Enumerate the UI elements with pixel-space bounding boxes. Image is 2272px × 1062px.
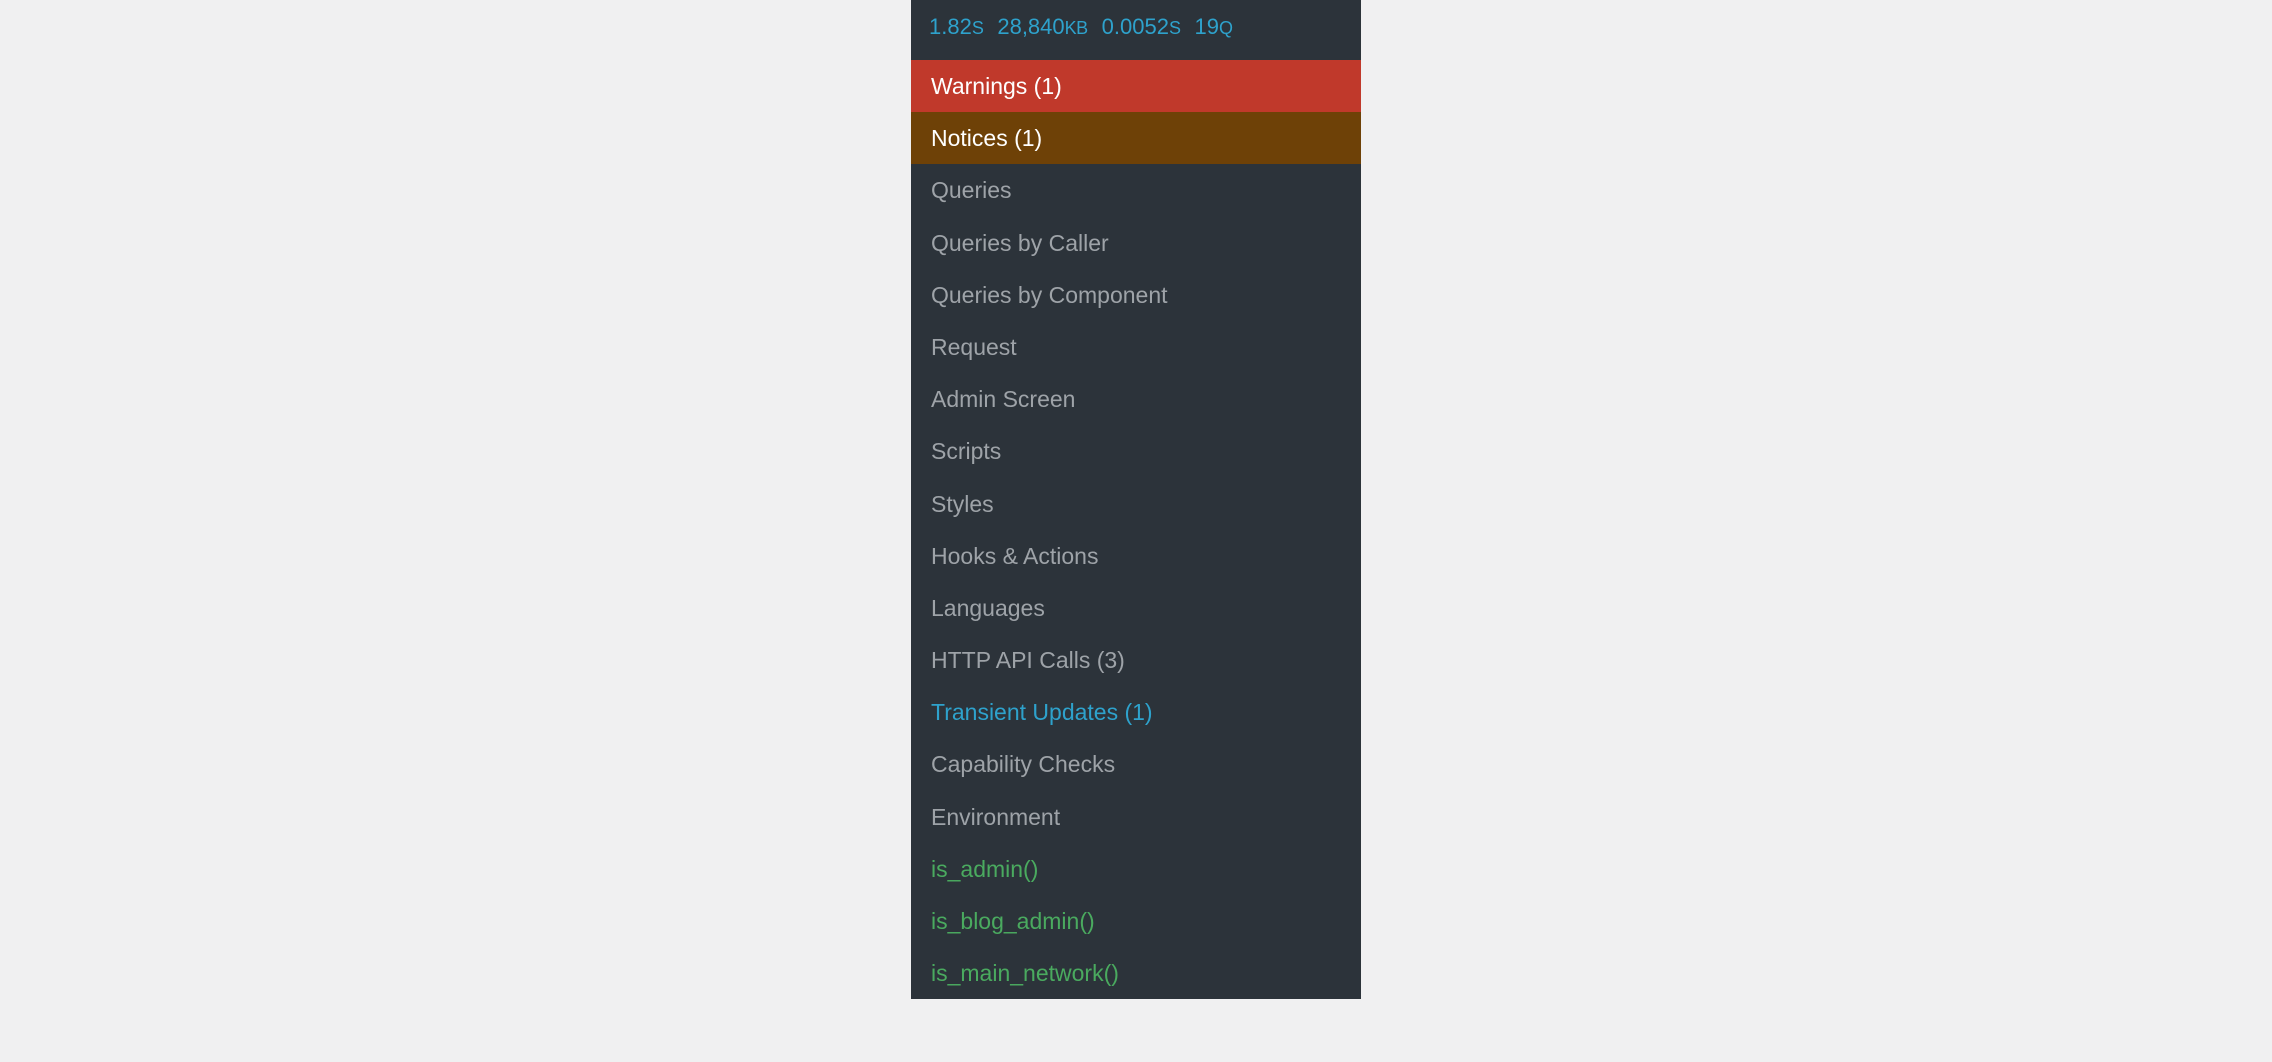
menu-styles[interactable]: Styles [911, 478, 1361, 530]
stat-query-time: 0.0052S [1102, 14, 1181, 40]
menu-item-label: Warnings (1) [931, 73, 1062, 99]
stat-query-count-value: 19 [1194, 14, 1218, 39]
stat-memory-value: 28,840 [997, 14, 1064, 39]
stat-query-time-value: 0.0052 [1102, 14, 1169, 39]
menu-item-label: Languages [931, 595, 1045, 621]
stat-load-time-unit: S [972, 18, 984, 38]
menu-languages[interactable]: Languages [911, 582, 1361, 634]
menu-item-label: Queries [931, 177, 1012, 203]
menu-item-label: Queries by Caller [931, 230, 1109, 256]
menu-item-label: Hooks & Actions [931, 543, 1098, 569]
menu-item-label: Notices (1) [931, 125, 1042, 151]
menu-request[interactable]: Request [911, 321, 1361, 373]
stat-load-time: 1.82S [929, 14, 983, 40]
query-monitor-panel: 1.82S 28,840KB 0.0052S 19Q Warnings (1) … [911, 0, 1361, 999]
menu-item-label: Request [931, 334, 1017, 360]
menu-admin-screen[interactable]: Admin Screen [911, 373, 1361, 425]
qm-menu: Warnings (1) Notices (1) Queries Queries… [911, 60, 1361, 999]
menu-scripts[interactable]: Scripts [911, 425, 1361, 477]
menu-item-label: is_admin() [931, 856, 1038, 882]
stats-bar[interactable]: 1.82S 28,840KB 0.0052S 19Q [911, 0, 1361, 60]
menu-item-label: Queries by Component [931, 282, 1168, 308]
stat-load-time-value: 1.82 [929, 14, 972, 39]
menu-hooks-actions[interactable]: Hooks & Actions [911, 530, 1361, 582]
menu-warnings[interactable]: Warnings (1) [911, 60, 1361, 112]
menu-item-label: Styles [931, 491, 994, 517]
menu-is-main-network[interactable]: is_main_network() [911, 947, 1361, 999]
menu-transient-updates[interactable]: Transient Updates (1) [911, 686, 1361, 738]
menu-item-label: HTTP API Calls (3) [931, 647, 1125, 673]
stat-memory-unit: KB [1065, 18, 1088, 38]
menu-notices[interactable]: Notices (1) [911, 112, 1361, 164]
menu-queries[interactable]: Queries [911, 164, 1361, 216]
menu-is-admin[interactable]: is_admin() [911, 843, 1361, 895]
menu-item-label: is_blog_admin() [931, 908, 1095, 934]
menu-item-label: Scripts [931, 438, 1001, 464]
menu-is-blog-admin[interactable]: is_blog_admin() [911, 895, 1361, 947]
menu-item-label: Transient Updates (1) [931, 699, 1153, 725]
menu-item-label: Capability Checks [931, 751, 1115, 777]
menu-queries-by-component[interactable]: Queries by Component [911, 269, 1361, 321]
menu-capability-checks[interactable]: Capability Checks [911, 738, 1361, 790]
stat-query-count: 19Q [1194, 14, 1232, 40]
menu-item-label: is_main_network() [931, 960, 1119, 986]
menu-item-label: Environment [931, 804, 1060, 830]
stat-query-time-unit: S [1169, 18, 1181, 38]
menu-item-label: Admin Screen [931, 386, 1075, 412]
menu-environment[interactable]: Environment [911, 791, 1361, 843]
menu-http-api-calls[interactable]: HTTP API Calls (3) [911, 634, 1361, 686]
stat-memory: 28,840KB [997, 14, 1087, 40]
menu-queries-by-caller[interactable]: Queries by Caller [911, 217, 1361, 269]
stat-query-count-unit: Q [1219, 18, 1233, 38]
